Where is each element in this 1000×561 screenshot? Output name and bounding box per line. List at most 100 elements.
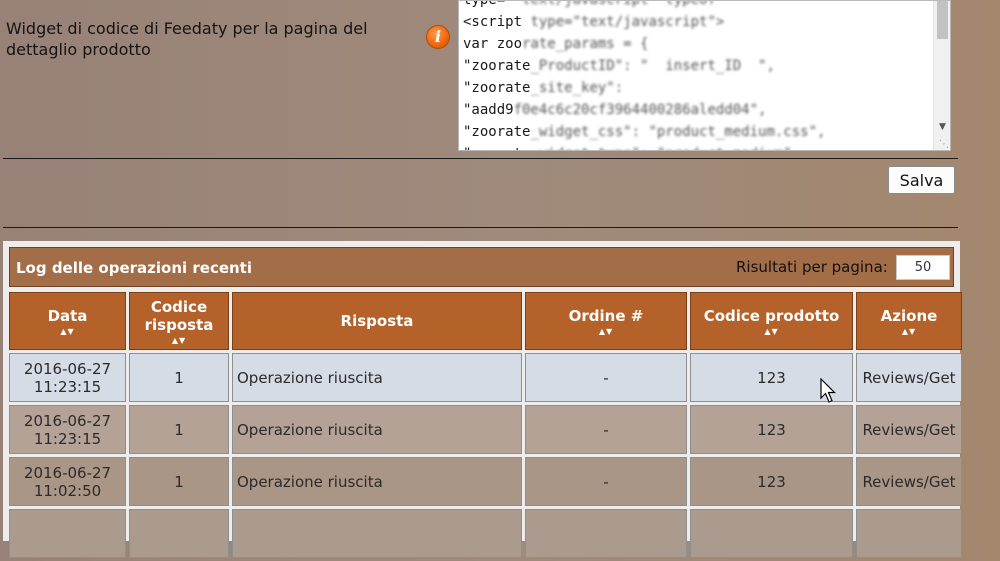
response-cell: Operazione riuscita bbox=[232, 457, 522, 506]
code-line: "zoorate_site_key": bbox=[463, 77, 825, 99]
sort-arrows-icon[interactable]: ▲▼ bbox=[528, 327, 684, 336]
table-row[interactable]: 2016-06-27 11:02:50 1 Operazione riuscita - 1… bbox=[9, 457, 962, 506]
code-line: type= "text/javascript" typeof bbox=[463, 0, 825, 11]
column-header-label: Codice prodotto bbox=[703, 306, 840, 325]
column-header-label: Azione bbox=[880, 306, 938, 325]
response-cell-text: Operazione riuscita bbox=[237, 472, 383, 491]
results-per-page-input[interactable]: 50 bbox=[896, 255, 950, 280]
code-line-visible: "zoorate bbox=[463, 80, 531, 96]
order-cell bbox=[525, 509, 687, 558]
date-text: 2016-06-27 bbox=[23, 359, 112, 378]
code-content: type= "text/javascript" typeof <script ty… bbox=[463, 0, 826, 150]
resize-grip-icon[interactable]: ⋱ bbox=[939, 140, 949, 150]
order-cell-text: - bbox=[603, 472, 609, 491]
product-code-cell-text: 123 bbox=[757, 420, 786, 439]
action-cell-text: Reviews/Get bbox=[862, 368, 956, 387]
code-line-visible: var zoo bbox=[463, 36, 523, 52]
date-text: 2016-06-27 bbox=[23, 411, 112, 430]
time-text: 11:23:15 bbox=[33, 429, 102, 448]
response-cell-text: Operazione riuscita bbox=[237, 368, 383, 387]
column-header[interactable]: Codice prodotto ▲▼ bbox=[690, 292, 853, 350]
action-cell: Reviews/Get bbox=[856, 457, 962, 506]
product-code-cell-text: 123 bbox=[757, 368, 786, 387]
column-header-label: Risposta bbox=[340, 312, 414, 330]
product-code-cell: 123 bbox=[690, 353, 853, 402]
code-line-blurred: rate_params = { bbox=[522, 36, 649, 52]
sort-arrows-icon[interactable]: ▲▼ bbox=[12, 327, 123, 336]
response-code-cell-text: 1 bbox=[174, 472, 184, 491]
operations-log-panel: Log delle operazioni recenti Risultati p… bbox=[3, 241, 962, 558]
action-cell-text: Reviews/Get bbox=[862, 472, 956, 491]
code-line: <script type="text/javascript"> bbox=[463, 11, 825, 33]
scroll-thumb[interactable] bbox=[937, 1, 948, 39]
divider-top bbox=[3, 158, 958, 159]
date-text: 2016-06-27 bbox=[23, 463, 112, 482]
code-line-blurred: _widget_type": "product_medium", bbox=[530, 146, 800, 150]
save-button[interactable]: Salva bbox=[888, 166, 955, 194]
table-header-row: Data ▲▼ Codice risposta ▲▼ Risposta Ordine # ▲… bbox=[9, 292, 962, 350]
code-line: "aadd9f0e4c6c20cf3964400286aledd04", bbox=[463, 99, 825, 121]
table-body: 2016-06-27 11:23:15 1 Operazione riuscita -1… bbox=[9, 353, 962, 558]
column-header-label: Codice risposta bbox=[144, 297, 214, 334]
action-cell: Reviews/Get bbox=[856, 353, 962, 402]
date-cell: 2016-06-27 11:02:50 bbox=[9, 457, 126, 506]
date-cell bbox=[9, 509, 126, 558]
response-cell bbox=[232, 509, 522, 558]
sort-arrows-icon[interactable]: ▲▼ bbox=[693, 327, 850, 336]
column-header-label: Ordine # bbox=[568, 306, 644, 325]
info-icon[interactable]: i bbox=[426, 25, 450, 49]
log-table: Data ▲▼ Codice risposta ▲▼ Risposta Ordine # ▲… bbox=[6, 289, 965, 561]
action-cell bbox=[856, 509, 962, 558]
log-title: Log delle operazioni recenti bbox=[16, 259, 252, 277]
code-line-visible: <script bbox=[463, 14, 523, 30]
order-cell: - bbox=[525, 457, 687, 506]
order-cell: - bbox=[525, 405, 687, 454]
code-line: "zoorate_widget_type": "product_medium", bbox=[463, 143, 825, 150]
date-cell: 2016-06-27 11:23:15 bbox=[9, 353, 126, 402]
response-code-cell-text: 1 bbox=[174, 368, 184, 387]
table-row[interactable]: 2016-06-27 11:23:15 1 Operazione riuscita - 1… bbox=[9, 353, 962, 402]
scroll-down-arrow-icon[interactable]: ▼ bbox=[934, 122, 950, 132]
column-header-label: Data bbox=[47, 306, 88, 325]
column-header[interactable]: Ordine # ▲▼ bbox=[525, 292, 687, 350]
table-row[interactable] bbox=[9, 509, 962, 558]
column-header[interactable]: Azione ▲▼ bbox=[856, 292, 962, 350]
divider-bottom bbox=[3, 227, 958, 228]
code-line: "zoorate_ProductID": " insert_ID ", bbox=[463, 55, 825, 77]
time-text: 11:02:50 bbox=[33, 481, 102, 500]
response-cell: Operazione riuscita bbox=[232, 405, 522, 454]
column-header[interactable]: Codice risposta ▲▼ bbox=[129, 292, 229, 350]
order-cell: - bbox=[525, 353, 687, 402]
action-cell: Reviews/Get bbox=[856, 405, 962, 454]
code-line-blurred: type="text/javascript"> bbox=[522, 14, 725, 30]
code-line-blurred: "text/javascript" typeof bbox=[505, 0, 716, 8]
response-cell: Operazione riuscita bbox=[232, 353, 522, 402]
widget-code-textarea[interactable]: type= "text/javascript" typeof <script ty… bbox=[458, 0, 951, 151]
column-header[interactable]: Data ▲▼ bbox=[9, 292, 126, 350]
textarea-scrollbar[interactable]: ▼ bbox=[933, 1, 950, 150]
widget-label: Widget di codice di Feedaty per la pagin… bbox=[6, 19, 368, 59]
code-line-blurred: _ProductID": " insert_ID ", bbox=[530, 58, 775, 74]
response-code-cell-text: 1 bbox=[174, 420, 184, 439]
response-cell-text: Operazione riuscita bbox=[237, 420, 383, 439]
results-per-page-label: Risultati per pagina: bbox=[736, 258, 888, 276]
sort-arrows-icon[interactable]: ▲▼ bbox=[132, 336, 226, 345]
table-row[interactable]: 2016-06-27 11:23:15 1 Operazione riuscita - 1… bbox=[9, 405, 962, 454]
response-code-cell: 1 bbox=[129, 457, 229, 506]
code-line-visible: "zoorate bbox=[463, 58, 531, 74]
product-code-cell: 123 bbox=[690, 405, 853, 454]
action-cell-text: Reviews/Get bbox=[862, 420, 956, 439]
product-code-cell-text: 123 bbox=[757, 472, 786, 491]
code-line: var zoorate_params = { bbox=[463, 33, 825, 55]
code-line-blurred: f0e4c6c20cf3964400286aledd04", bbox=[513, 102, 767, 118]
column-header: Risposta bbox=[232, 292, 522, 350]
response-code-cell: 1 bbox=[129, 353, 229, 402]
sort-arrows-icon[interactable]: ▲▼ bbox=[859, 327, 959, 336]
code-line-blurred: _site_key": bbox=[530, 80, 624, 96]
code-line-blurred: _widget_css": "product_medium.css", bbox=[530, 124, 826, 140]
order-cell-text: - bbox=[603, 420, 609, 439]
product-code-cell bbox=[690, 509, 853, 558]
code-line-visible: "zoorate bbox=[463, 146, 530, 150]
date-cell: 2016-06-27 11:23:15 bbox=[9, 405, 126, 454]
code-line-visible: "aadd9 bbox=[463, 102, 514, 118]
